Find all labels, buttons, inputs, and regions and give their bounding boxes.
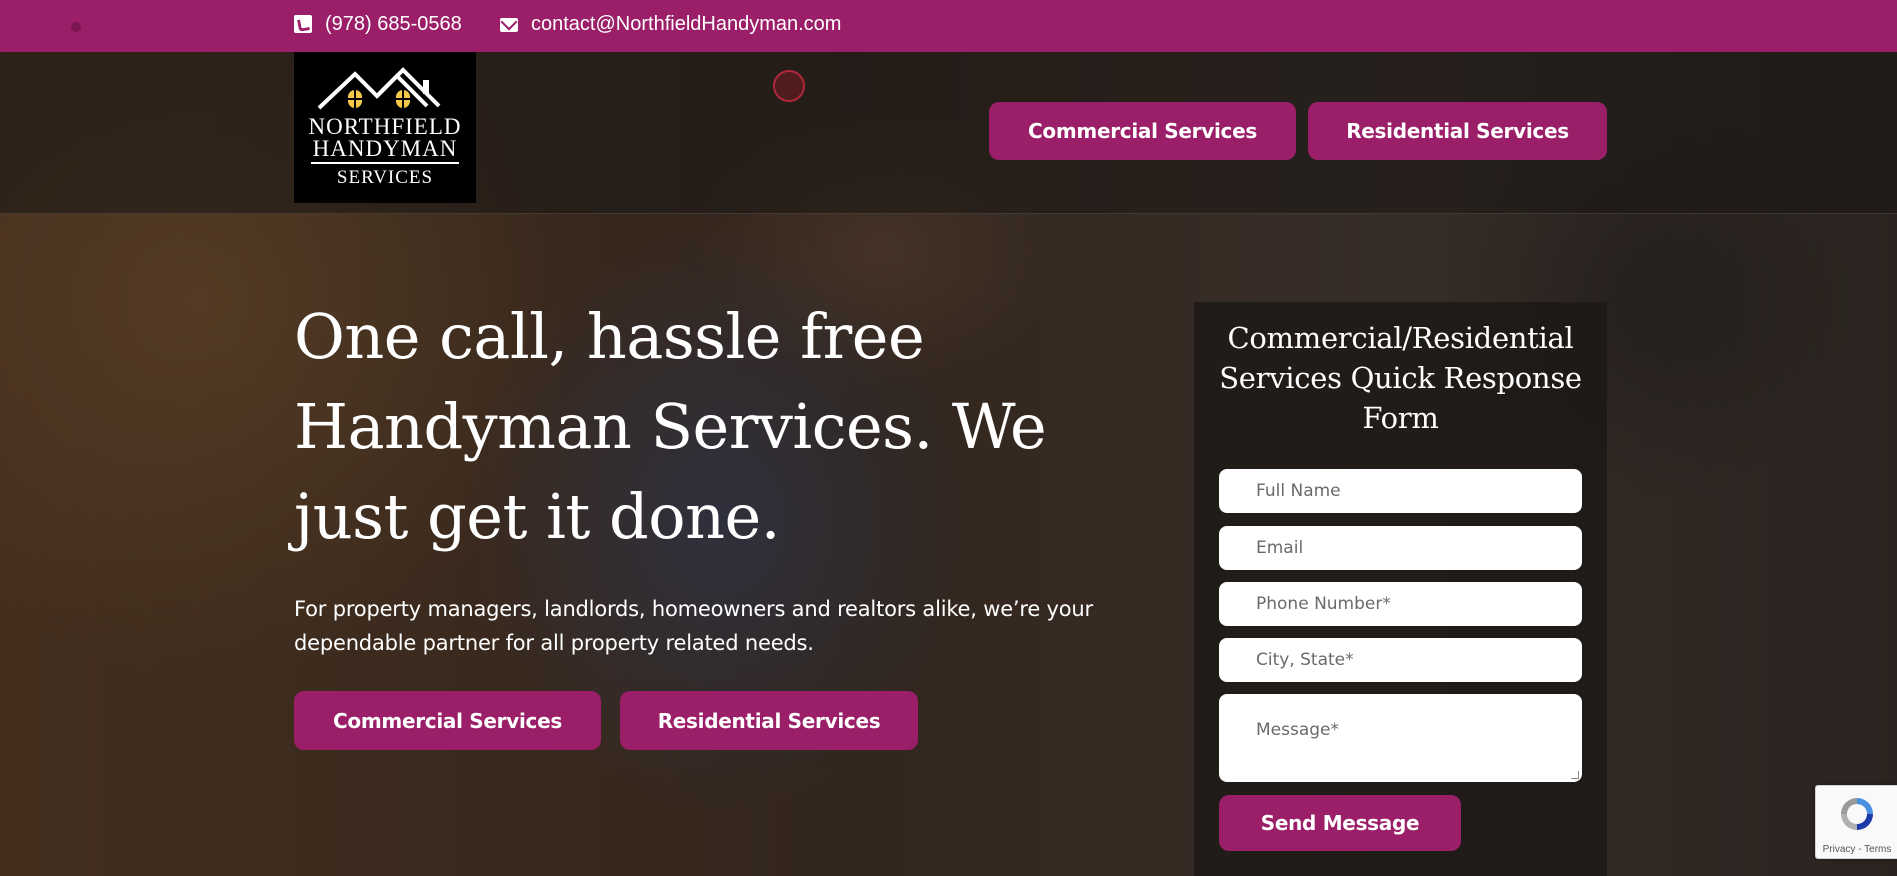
- logo-text-northfield: NORTHFIELD: [308, 114, 462, 139]
- message-textarea[interactable]: Message*: [1219, 694, 1582, 782]
- hero-subtext: For property managers, landlords, homeow…: [294, 597, 1093, 655]
- recaptcha-badge[interactable]: Privacy - Terms: [1815, 785, 1897, 859]
- hero-residential-services-button[interactable]: Residential Services: [620, 691, 918, 750]
- recaptcha-terms[interactable]: Privacy - Terms: [1816, 844, 1897, 855]
- email-placeholder: Email: [1256, 538, 1304, 558]
- envelope-icon: [500, 18, 518, 32]
- site-logo[interactable]: NORTHFIELD HANDYMAN SERVICES: [294, 52, 476, 203]
- email-link[interactable]: contact@NorthfieldHandyman.com: [500, 0, 841, 48]
- city-state-placeholder: City, State*: [1256, 650, 1354, 670]
- send-message-button[interactable]: Send Message: [1219, 795, 1461, 851]
- logo-text-handyman: HANDYMAN: [311, 137, 459, 164]
- full-name-placeholder: Full Name: [1256, 481, 1341, 501]
- phone-number-field[interactable]: Phone Number*: [1219, 582, 1582, 626]
- email-address: contact@NorthfieldHandyman.com: [531, 12, 842, 35]
- email-field[interactable]: Email: [1219, 526, 1582, 570]
- site-header: [0, 52, 1897, 214]
- recaptcha-icon: [1841, 798, 1873, 830]
- top-contact-bar: (978) 685-0568 contact@NorthfieldHandyma…: [0, 0, 1897, 52]
- header-residential-services-button[interactable]: Residential Services: [1308, 102, 1607, 160]
- hero-commercial-services-button[interactable]: Commercial Services: [294, 691, 601, 750]
- indicator-dot: [71, 22, 81, 32]
- phone-icon: [294, 15, 312, 33]
- city-state-field[interactable]: City, State*: [1219, 638, 1582, 682]
- phone-link[interactable]: (978) 685-0568: [294, 0, 462, 48]
- phone-number-placeholder: Phone Number*: [1256, 594, 1391, 614]
- header-commercial-services-button[interactable]: Commercial Services: [989, 102, 1296, 160]
- logo-text-services: SERVICES: [336, 167, 434, 188]
- resize-handle-icon[interactable]: [1571, 771, 1579, 779]
- cursor-ring: [773, 70, 805, 102]
- full-name-field[interactable]: Full Name: [1219, 469, 1582, 513]
- phone-number: (978) 685-0568: [325, 12, 462, 35]
- hero-headline: One call, hassle free Handyman Services.…: [294, 300, 1047, 553]
- house-roof-icon: [317, 67, 441, 110]
- message-placeholder: Message*: [1256, 720, 1340, 740]
- form-title: Commercial/Residential Services Quick Re…: [1219, 321, 1582, 435]
